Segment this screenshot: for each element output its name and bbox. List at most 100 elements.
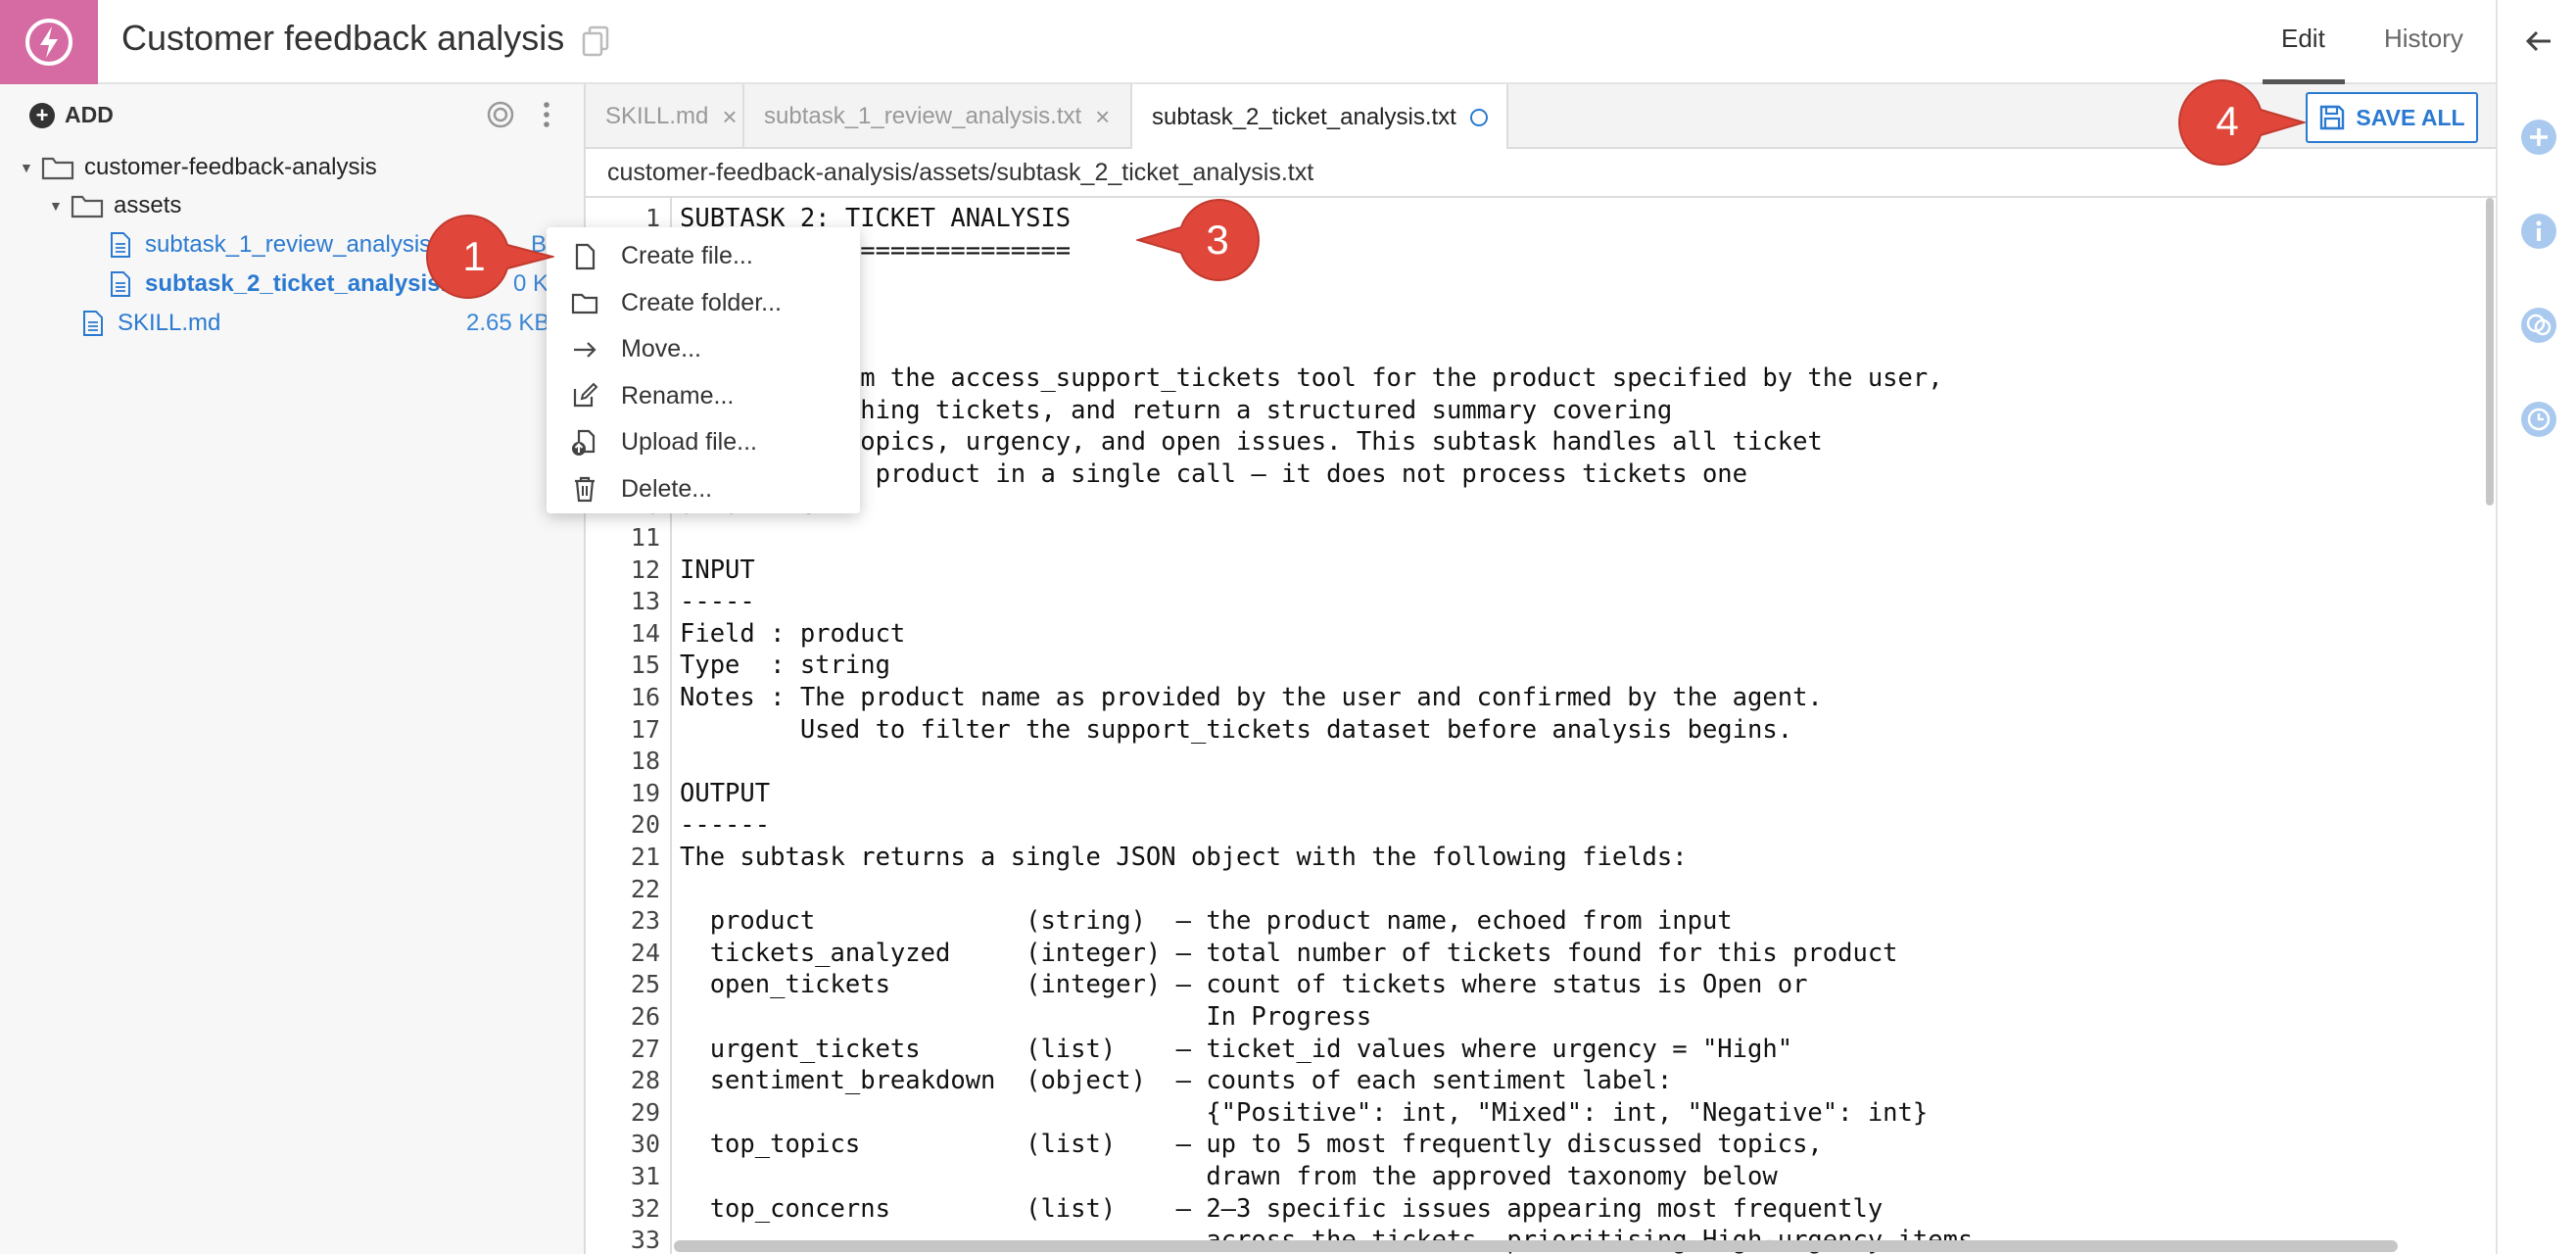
line-number: 29 (630, 1097, 660, 1127)
menu-item-label: Move... (621, 335, 701, 363)
clock-icon[interactable] (2519, 400, 2558, 439)
more-vertical-icon[interactable] (541, 100, 552, 129)
code-line: Notes : The product name as provided by … (680, 683, 1823, 712)
code-line: In Progress (680, 1002, 1372, 1032)
line-number: 33 (630, 1226, 660, 1255)
code-line: top_concerns (list) — 2–3 specific issue… (680, 1193, 1884, 1224)
menu-item-create-folder[interactable]: Create folder... (547, 280, 860, 327)
app-logo[interactable] (0, 0, 98, 84)
line-number: 15 (630, 651, 660, 680)
code-line: Field : product (680, 618, 906, 649)
code-line: top_topics (list) — up to 5 most frequen… (680, 1130, 1823, 1160)
save-all-button[interactable]: SAVE ALL (2306, 92, 2478, 143)
line-number: 18 (630, 747, 660, 776)
trash-icon (575, 477, 595, 503)
menu-item-create-file[interactable]: Create file... (547, 233, 860, 280)
add-circle-icon[interactable] (2519, 118, 2558, 157)
vertical-scrollbar[interactable] (2486, 198, 2494, 506)
file-icon (575, 243, 596, 269)
line-number: 14 (630, 618, 660, 648)
code-editor[interactable]: 1234567891011121314151617181920212223242… (586, 198, 2496, 1255)
back-arrow-icon[interactable] (2519, 22, 2558, 61)
line-number: 12 (630, 555, 660, 584)
tree-label: SKILL.md (118, 310, 221, 336)
callout-number: 3 (1206, 217, 1229, 263)
edit-icon (573, 382, 598, 408)
line-number: 23 (630, 906, 660, 936)
unsaved-indicator-icon (1469, 109, 1488, 126)
context-menu: Create file... Create folder... Move... … (547, 227, 860, 513)
tree-label: customer-feedback-analysis (84, 154, 377, 180)
add-button[interactable]: + ADD (29, 102, 114, 128)
folder-icon (41, 157, 74, 180)
line-number: 22 (630, 874, 660, 903)
line-number: 26 (630, 1002, 660, 1031)
line-number: 17 (630, 714, 660, 744)
menu-item-move[interactable]: Move... (547, 326, 860, 373)
code-line: urgent_tickets (list) — ticket_id values… (680, 1034, 1793, 1064)
menu-item-label: Rename... (621, 381, 735, 410)
close-icon[interactable]: × (722, 102, 737, 132)
file-text-icon (111, 271, 130, 297)
code-line: ----- (680, 587, 755, 617)
code-line: drawn from the approved taxonomy below (680, 1162, 1778, 1191)
right-rail (2496, 0, 2576, 1254)
code-line: sentiment_breakdown (object) — counts of… (680, 1066, 1673, 1096)
file-size: 2.65 KB (466, 310, 550, 336)
tab-edit[interactable]: Edit (2281, 24, 2325, 54)
line-number: 30 (630, 1130, 660, 1159)
lightning-bolt-icon (25, 19, 72, 66)
code-line: Retrieve from the access_support_tickets… (680, 363, 1943, 393)
menu-item-label: Delete... (621, 474, 713, 503)
menu-item-rename[interactable]: Rename... (547, 373, 860, 420)
callout-number: 1 (462, 233, 486, 279)
save-all-label: SAVE ALL (2356, 104, 2465, 130)
menu-item-label: Create file... (621, 242, 753, 270)
tab-subtask-1[interactable]: subtask_1_review_analysis.txt × (744, 84, 1132, 149)
code-line: ------ (680, 810, 771, 841)
copy-icon[interactable] (582, 25, 609, 57)
file-text-icon (83, 311, 103, 336)
tab-history[interactable]: History (2384, 24, 2463, 54)
line-number: 32 (630, 1193, 660, 1223)
tab-skill-md[interactable]: SKILL.md × (586, 84, 744, 149)
tab-label: subtask_2_ticket_analysis.txt (1152, 104, 1456, 130)
line-number: 13 (630, 587, 660, 616)
target-icon[interactable] (486, 100, 515, 129)
menu-item-delete[interactable]: Delete... (547, 466, 860, 513)
callout-number: 4 (2216, 98, 2239, 144)
menu-item-upload-file[interactable]: Upload file... (547, 419, 860, 466)
horizontal-scrollbar[interactable] (674, 1240, 2398, 1252)
tree-label: subtask_2_ticket_analysis.t (145, 270, 455, 297)
page-title: Customer feedback analysis (121, 18, 565, 58)
line-number: 21 (630, 843, 660, 871)
tree-folder-assets[interactable]: ▼ assets (49, 187, 181, 224)
line-number: 25 (630, 970, 660, 999)
chat-icon[interactable] (2519, 306, 2558, 345)
line-number: 31 (630, 1162, 660, 1190)
code-line: tickets_analyzed (integer) — total numbe… (680, 938, 1898, 968)
code-line: Type : string (680, 651, 890, 681)
upload-file-icon (572, 429, 596, 456)
code-line: The subtask returns a single JSON object… (680, 843, 1688, 872)
arrow-right-icon (574, 341, 596, 358)
tree-file-skill-md[interactable]: SKILL.md 2.65 KB (82, 305, 550, 342)
code-line: OUTPUT (680, 778, 771, 808)
code-line: INPUT (680, 555, 755, 585)
code-line: product (string) — the product name, ech… (680, 906, 1733, 937)
folder-icon (571, 294, 598, 314)
info-icon[interactable] (2519, 212, 2558, 251)
line-number: 16 (630, 683, 660, 711)
plus-icon: + (29, 102, 55, 128)
tab-subtask-2[interactable]: subtask_2_ticket_analysis.txt (1132, 84, 1508, 151)
app-header: Customer feedback analysis Edit History (0, 0, 2496, 84)
code-line: Used to filter the support_tickets datas… (680, 714, 1793, 745)
line-number: 27 (630, 1034, 660, 1063)
code-line: open_tickets (integer) — count of ticket… (680, 970, 1808, 1000)
line-number: 20 (630, 810, 660, 840)
add-label: ADD (65, 102, 114, 127)
chevron-down-icon: ▼ (49, 198, 63, 214)
tree-folder-root[interactable]: ▼ customer-feedback-analysis (20, 149, 377, 186)
tab-label: subtask_1_review_analysis.txt (764, 103, 1082, 129)
close-icon[interactable]: × (1095, 102, 1110, 132)
